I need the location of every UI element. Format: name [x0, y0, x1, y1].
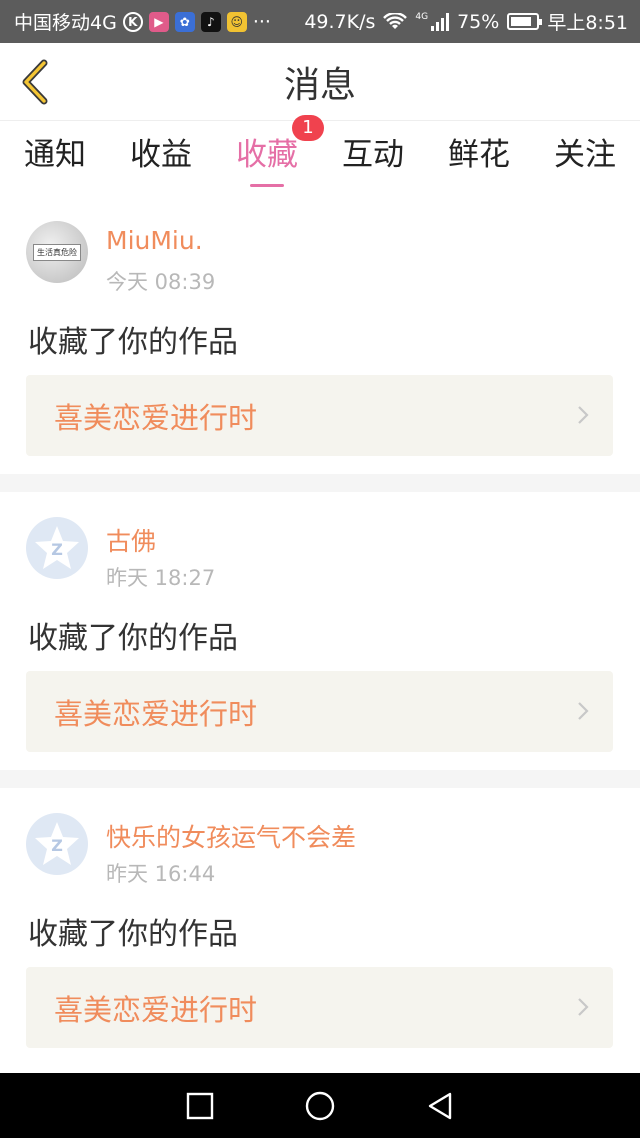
username[interactable]: 古佛 — [106, 522, 156, 558]
qzone-star-icon: Z — [35, 822, 79, 865]
k-icon: K — [122, 11, 143, 32]
tab-label: 收益 — [130, 137, 192, 173]
chevron-right-icon — [578, 998, 589, 1016]
qzone-star-icon: Z — [35, 526, 79, 569]
baidu-paw-icon: ✿ — [174, 11, 195, 32]
network-type: 4G — [415, 11, 429, 22]
work-link[interactable]: 喜美恋爱进行时 — [26, 375, 613, 456]
tab-label: 鲜花 — [448, 137, 510, 173]
more-notifications-icon: ··· — [252, 10, 271, 33]
work-title: 喜美恋爱进行时 — [54, 992, 258, 1027]
circle-icon — [305, 1091, 335, 1120]
action-text: 收藏了你的作品 — [28, 621, 238, 656]
username[interactable]: 快乐的女孩运气不会差 — [106, 818, 356, 854]
tab-label: 通知 — [24, 137, 86, 173]
tiktok-icon: ♪ — [200, 11, 221, 32]
tab-label: 收藏 — [236, 137, 298, 173]
action-text: 收藏了你的作品 — [28, 325, 238, 360]
avatar[interactable]: Z — [26, 813, 88, 875]
action-text: 收藏了你的作品 — [28, 917, 238, 952]
header: 消息 — [0, 43, 640, 121]
message-card: Z 古佛 昨天 18:27 收藏了你的作品 喜美恋爱进行时 — [0, 492, 640, 770]
recents-button[interactable] — [183, 1089, 217, 1123]
clock: 早上8:51 — [547, 12, 628, 34]
avatar[interactable]: Z — [26, 517, 88, 579]
timestamp: 昨天 18:27 — [106, 566, 216, 590]
square-icon — [186, 1092, 214, 1119]
status-right: 49.7K/s 4G 75% 早上8:51 — [304, 8, 628, 35]
home-button[interactable] — [303, 1089, 337, 1123]
signal-icon: 4G — [415, 11, 450, 31]
face-icon: ☺ — [226, 11, 247, 32]
timestamp: 昨天 16:44 — [106, 862, 216, 886]
system-nav-bar — [0, 1073, 640, 1138]
tab-label: 互动 — [342, 137, 404, 173]
card-divider — [0, 474, 640, 492]
battery-percent: 75% — [457, 10, 500, 33]
tab-bar: 通知 收益 收藏 1 互动 鲜花 关注 — [0, 115, 640, 193]
message-card: 生活真危险 MiuMiu. 今天 08:39 收藏了你的作品 喜美恋爱进行时 — [0, 196, 640, 474]
carrier-text: 中国移动4G — [14, 12, 117, 34]
tab-interactions[interactable]: 互动 — [342, 121, 404, 193]
status-left: 中国移动4G K ▶ ✿ ♪ ☺ ··· — [14, 8, 271, 35]
tab-label: 关注 — [554, 137, 616, 173]
work-link[interactable]: 喜美恋爱进行时 — [26, 967, 613, 1048]
card-divider — [0, 770, 640, 788]
tab-favorites[interactable]: 收藏 1 — [236, 115, 324, 193]
tab-notifications[interactable]: 通知 — [24, 121, 86, 193]
status-bar: 中国移动4G K ▶ ✿ ♪ ☺ ··· 49.7K/s 4G 75% 早上8:… — [0, 0, 640, 43]
svg-text:Z: Z — [51, 836, 63, 855]
bilibili-icon: ▶ — [148, 11, 169, 32]
avatar[interactable]: 生活真危险 — [26, 221, 88, 283]
chevron-left-icon — [22, 59, 48, 105]
work-title: 喜美恋爱进行时 — [54, 400, 258, 435]
active-tab-indicator — [250, 184, 284, 187]
tab-earnings[interactable]: 收益 — [130, 121, 192, 193]
timestamp: 今天 08:39 — [106, 270, 216, 294]
avatar-sign: 生活真危险 — [33, 243, 81, 261]
chevron-right-icon — [578, 702, 589, 720]
message-card: Z 快乐的女孩运气不会差 昨天 16:44 收藏了你的作品 喜美恋爱进行时 — [0, 788, 640, 1073]
work-title: 喜美恋爱进行时 — [54, 696, 258, 731]
svg-text:Z: Z — [51, 540, 63, 559]
username[interactable]: MiuMiu. — [106, 226, 203, 255]
battery-icon — [507, 13, 543, 30]
back-button[interactable] — [14, 57, 54, 107]
chevron-right-icon — [578, 406, 589, 424]
unread-badge: 1 — [292, 115, 324, 141]
page-title: 消息 — [283, 64, 356, 106]
triangle-back-icon — [428, 1092, 452, 1119]
back-nav-button[interactable] — [423, 1089, 457, 1123]
tab-flowers[interactable]: 鲜花 — [448, 121, 510, 193]
wifi-icon — [383, 12, 408, 29]
tab-follows[interactable]: 关注 — [554, 121, 616, 193]
work-link[interactable]: 喜美恋爱进行时 — [26, 671, 613, 752]
net-speed: 49.7K/s — [304, 10, 376, 33]
